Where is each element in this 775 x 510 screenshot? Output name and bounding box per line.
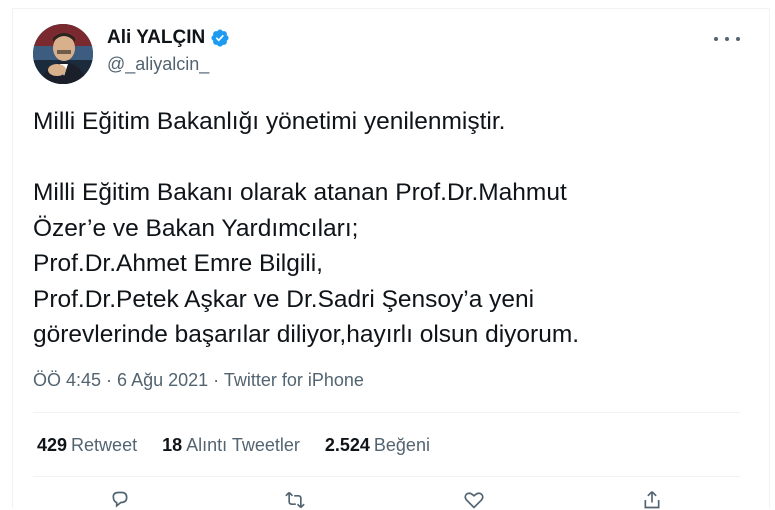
- tweet-text: Milli Eğitim Bakanlığı yönetimi yenilenm…: [33, 104, 733, 353]
- author-name-row[interactable]: Ali YALÇIN: [107, 27, 230, 49]
- quotes-count: 18: [162, 435, 183, 455]
- divider: [33, 412, 740, 413]
- quotes-stat[interactable]: 18 Alıntı Tweetler: [162, 435, 300, 456]
- retweets-label: Retweet: [71, 435, 138, 455]
- reply-icon[interactable]: [108, 490, 132, 510]
- likes-count: 2.524: [324, 435, 370, 455]
- heart-icon[interactable]: [462, 490, 486, 510]
- retweets-stat[interactable]: 429 Retweet: [37, 435, 137, 456]
- author-handle[interactable]: @_aliyalcin_: [107, 54, 209, 75]
- tweet-line: Prof.Dr.Petek Aşkar ve Dr.Sadri Şensoy’a…: [33, 285, 535, 313]
- tweet-line: Prof.Dr.Ahmet Emre Bilgili,: [33, 250, 323, 277]
- tweet-line: Özer’e ve Bakan Yardımcıları;: [33, 214, 359, 242]
- tweet-line: Milli Eğitim Bakanlığı yönetimi yenilenm…: [33, 108, 506, 135]
- tweet-source[interactable]: Twitter for iPhone: [224, 370, 364, 390]
- meta-separator: ·: [208, 370, 224, 390]
- likes-label: Beğeni: [373, 435, 430, 455]
- likes-stat[interactable]: 2.524 Beğeni: [325, 435, 430, 456]
- divider: [33, 476, 740, 477]
- retweet-icon[interactable]: [283, 490, 307, 510]
- tweet-time[interactable]: ÖÖ 4:45: [33, 370, 101, 390]
- share-icon[interactable]: [640, 490, 664, 510]
- retweets-count: 429: [37, 435, 68, 455]
- more-horizontal-icon[interactable]: [714, 29, 740, 49]
- author-name[interactable]: Ali YALÇIN: [107, 27, 205, 49]
- tweet-line: görevlerinde başarılar diliyor,hayırlı o…: [33, 321, 580, 348]
- quotes-label: Alıntı Tweetler: [186, 435, 300, 455]
- verified-badge-icon: [211, 29, 229, 47]
- tweet-stats: 429 Retweet 18 Alıntı Tweetler 2.524 Beğeni: [37, 435, 455, 456]
- avatar[interactable]: [33, 24, 93, 84]
- meta-separator: ·: [101, 370, 118, 390]
- tweet-date[interactable]: 6 Ağu 2021: [117, 370, 208, 390]
- tweet-meta: ÖÖ 4:45 · 6 Ağu 2021 · Twitter for iPhon…: [33, 370, 364, 391]
- tweet-line: Milli Eğitim Bakanı olarak atanan Prof.D…: [33, 179, 567, 206]
- tweet-actions: [0, 490, 775, 510]
- tweet-line: [33, 140, 733, 176]
